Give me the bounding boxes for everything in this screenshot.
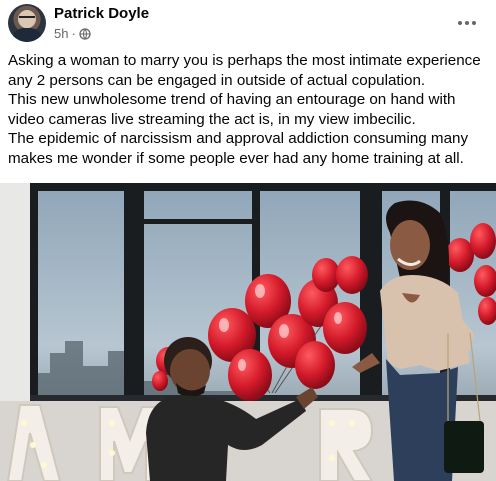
more-options-icon[interactable] xyxy=(452,8,482,38)
meta-separator: · xyxy=(71,26,76,41)
post-text-line: This new unwholesome trend of having an … xyxy=(8,91,456,109)
post-text-line: video cameras live streaming the act is,… xyxy=(8,110,416,128)
author-name[interactable]: Patrick Doyle xyxy=(54,5,149,22)
globe-icon[interactable] xyxy=(79,27,91,40)
post-text-line: makes me wonder if some people ever had … xyxy=(8,149,464,167)
post-meta: 5h · xyxy=(54,26,91,41)
proposal-photo-illustration xyxy=(0,183,496,481)
author-avatar[interactable] xyxy=(8,4,46,42)
facebook-post: Patrick Doyle 5h · Asking a woman to mar… xyxy=(0,0,496,481)
post-text-line: any 2 persons can be engaged in outside … xyxy=(8,71,426,89)
post-text: Asking a woman to marry you is perhaps t… xyxy=(8,51,492,169)
post-photo[interactable] xyxy=(0,183,496,481)
post-text-line: The epidemic of narcissism and approval … xyxy=(8,130,469,148)
post-header: Patrick Doyle 5h · xyxy=(8,4,488,44)
post-timestamp[interactable]: 5h xyxy=(54,26,68,41)
post-text-line: Asking a woman to marry you is perhaps t… xyxy=(8,52,481,69)
